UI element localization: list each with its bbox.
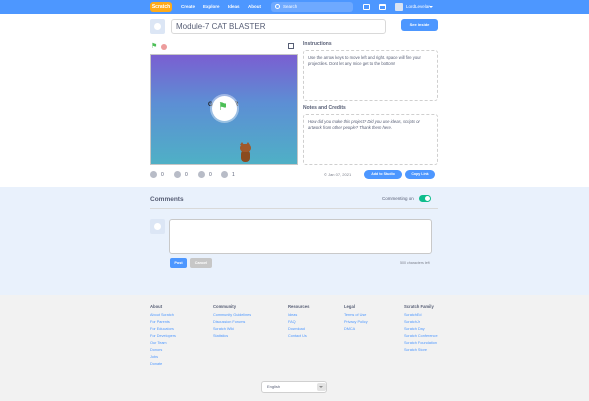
footer-link[interactable]: DMCA (344, 326, 368, 333)
username[interactable]: LordLevelar (406, 0, 430, 14)
footer-link[interactable]: Download (288, 326, 309, 333)
project-author-avatar[interactable] (150, 19, 165, 34)
nav-explore-link[interactable]: Explore (203, 0, 220, 14)
stop-icon[interactable] (161, 44, 167, 50)
footer-link[interactable]: Scratch Foundation (404, 340, 438, 347)
scratch-logo[interactable]: Scratch (150, 2, 172, 12)
footer-link[interactable]: Community Guidelines (213, 312, 251, 319)
footer-link[interactable]: Scratch Day (404, 326, 438, 333)
notes-label: Notes and Credits (303, 105, 346, 111)
eye-icon (221, 171, 228, 178)
footer-link[interactable]: Donors (150, 347, 176, 354)
footer-link[interactable]: Scratch Store (404, 347, 438, 354)
footer-link[interactable]: Our Team (150, 340, 176, 347)
footer-heading: Legal (344, 304, 355, 309)
search-input[interactable]: Search (271, 2, 353, 12)
footer-link[interactable]: For Developers (150, 333, 176, 340)
top-nav: Scratch Create Explore Ideas About Searc… (0, 0, 589, 14)
footer-column-resources: Resources Ideas FAQ Download Contact Us (288, 304, 309, 340)
footer-heading: About (150, 304, 163, 309)
footer-link[interactable]: Scratch Wiki (213, 326, 251, 333)
characters-left: 500 characters left (400, 261, 430, 265)
footer-link[interactable]: Donate (150, 361, 176, 368)
nav-ideas-link[interactable]: Ideas (228, 0, 240, 14)
chevron-down-icon[interactable] (317, 383, 326, 391)
footer-link[interactable]: Discussion Forums (213, 319, 251, 326)
footer-heading: Resources (288, 304, 310, 309)
search-placeholder: Search (283, 4, 298, 9)
footer-link[interactable]: ScratchJr (404, 319, 438, 326)
notes-field[interactable]: How did you make this project? Did you u… (303, 114, 438, 165)
footer-link[interactable]: ScratchEd (404, 312, 438, 319)
footer-link[interactable]: Scratch Conference (404, 333, 438, 340)
messages-icon[interactable] (363, 4, 370, 10)
footer-link[interactable]: For Parents (150, 319, 176, 326)
love-count[interactable]: 0 (150, 171, 164, 179)
nav-about-link[interactable]: About (248, 0, 261, 14)
remix-count: 0 (198, 171, 212, 179)
footer-column-legal: Legal Terms of Use Privacy Policy DMCA (344, 304, 368, 333)
copy-link-button[interactable]: Copy Link (405, 170, 435, 179)
view-count: 1 (221, 171, 235, 179)
user-avatar[interactable] (395, 3, 403, 11)
comment-input[interactable] (169, 219, 432, 254)
footer-link[interactable]: Privacy Policy (344, 319, 368, 326)
language-select[interactable]: English (261, 381, 327, 393)
footer-link[interactable]: About Scratch (150, 312, 176, 319)
project-stage[interactable]: G R ⚑ (150, 54, 298, 165)
fullscreen-icon[interactable] (288, 43, 294, 49)
star-icon (174, 171, 181, 178)
footer-link[interactable]: Ideas (288, 312, 309, 319)
footer-link[interactable]: For Educators (150, 326, 176, 333)
search-icon (275, 4, 280, 9)
remix-icon (198, 171, 205, 178)
cat-sprite (239, 142, 252, 164)
commenting-toggle[interactable] (419, 195, 431, 202)
commenting-status: Commenting on (382, 196, 414, 201)
my-stuff-folder-icon[interactable] (379, 4, 386, 10)
footer-heading: Scratch Family (404, 304, 434, 309)
footer-column-scratch-family: Scratch Family ScratchEd ScratchJr Scrat… (404, 304, 438, 354)
footer-link[interactable]: FAQ (288, 319, 309, 326)
favorite-count[interactable]: 0 (174, 171, 188, 179)
footer-link[interactable]: Jobs (150, 354, 176, 361)
instructions-field[interactable]: Use the arrow keys to move left and righ… (303, 50, 438, 101)
share-date: © Jan 07, 2021 (324, 172, 352, 177)
heart-icon (150, 171, 157, 178)
green-flag-icon[interactable]: ⚑ (151, 43, 157, 50)
chevron-down-icon[interactable] (429, 6, 433, 8)
footer-heading: Community (213, 304, 237, 309)
commenter-avatar (150, 219, 165, 234)
see-inside-button[interactable]: See inside (401, 19, 438, 31)
footer-link[interactable]: Terms of Use (344, 312, 368, 319)
nav-create-link[interactable]: Create (181, 0, 195, 14)
cancel-button[interactable]: Cancel (190, 258, 212, 268)
comments-title: Comments (150, 196, 184, 203)
project-title-field[interactable]: Module-7 CAT BLASTER (171, 19, 386, 34)
post-button[interactable]: Post (170, 258, 187, 268)
footer-column-about: About About Scratch For Parents For Educ… (150, 304, 176, 368)
footer-link[interactable]: Statistics (213, 333, 251, 340)
green-flag-icon[interactable]: ⚑ (218, 101, 228, 113)
footer-link[interactable]: Contact Us (288, 333, 309, 340)
footer-column-community: Community Community Guidelines Discussio… (213, 304, 251, 340)
instructions-label: Instructions (303, 41, 332, 47)
add-to-studio-button[interactable]: Add to Studio (364, 170, 402, 179)
divider (150, 208, 438, 209)
